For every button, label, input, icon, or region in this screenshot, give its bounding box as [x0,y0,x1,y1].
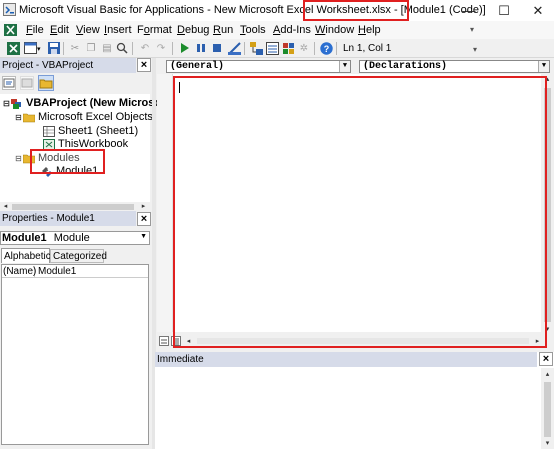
save-icon[interactable] [47,41,61,55]
scroll-left-icon[interactable]: ◂ [1,202,10,211]
toolbox-icon[interactable]: ✲ [297,41,311,55]
redo-icon[interactable]: ↷ [154,41,168,55]
reset-icon[interactable] [210,41,224,55]
title-bar: Microsoft Visual Basic for Applications … [0,0,554,21]
menu-add-ins[interactable]: Add-Ins [273,24,311,36]
scroll-right-icon[interactable]: ▸ [139,202,148,211]
tab-alphabetic[interactable]: Alphabetic [1,248,51,263]
break-icon[interactable] [194,41,208,55]
tab-categorized[interactable]: Categorized [50,249,107,263]
collapse-icon[interactable]: ⊟ [15,113,23,122]
title-highlight-box [303,0,409,21]
view-code-button[interactable] [2,76,16,90]
immediate-close-button[interactable]: × [539,352,553,366]
excel-view-icon[interactable] [6,41,20,55]
menubar-overflow-icon[interactable]: ▾ [470,25,479,35]
excel-icon[interactable] [4,24,17,36]
menu-debug[interactable]: Debug [177,24,209,36]
vba-app-icon [3,3,16,16]
menu-bar: File Edit View Insert Format Debug Run T… [0,21,554,39]
undo-icon[interactable]: ↶ [138,41,152,55]
immediate-vscrollbar[interactable]: ▴ ▾ [541,368,554,449]
chevron-down-icon[interactable]: ▼ [538,61,549,72]
project-explorer-icon[interactable] [249,41,263,55]
scroll-thumb[interactable] [12,204,134,210]
run-icon[interactable] [178,41,192,55]
scroll-down-icon[interactable]: ▾ [543,439,552,448]
cursor-position-label: Ln 1, Col 1 [343,43,392,54]
toggle-folders-button[interactable] [38,75,54,91]
copy-icon[interactable]: ❐ [84,41,98,55]
view-object-button[interactable] [20,76,34,90]
module1-highlight-box [30,149,105,174]
help-icon[interactable]: ? [319,41,333,55]
insert-dropdown-icon[interactable]: ▾ [37,45,41,53]
cut-icon[interactable]: ✂ [68,41,82,55]
toolbar-separator [132,42,133,55]
insert-module-icon[interactable] [23,41,37,55]
procedure-combo[interactable]: (Declarations) ▼ [359,60,550,73]
tree-node-sheet1[interactable]: Sheet1 (Sheet1) [43,125,138,137]
menu-help[interactable]: Help [358,24,381,36]
menu-tools[interactable]: Tools [240,24,266,36]
properties-window: Properties - Module1 × Module1 Module ▼ … [0,211,152,449]
menu-insert[interactable]: Insert [104,24,132,36]
props-panel-close-button[interactable]: × [137,212,151,226]
vbaproject-icon [11,98,23,109]
props-panel-title: Properties - Module1 [0,211,136,226]
tree-node-excel-objects[interactable]: ⊟ Microsoft Excel Objects [15,111,153,123]
immediate-window: Immediate × ▴ ▾ [155,352,554,449]
scroll-thumb[interactable] [544,382,551,437]
menu-run[interactable]: Run [213,24,233,36]
object-combo[interactable]: (General) ▼ [166,60,351,73]
close-button[interactable]: ✕ [521,0,554,21]
menu-window[interactable]: Window [315,24,354,36]
menu-format[interactable]: Format [137,24,172,36]
procedure-view-button[interactable] [159,336,169,346]
project-explorer: Project - VBAProject × ⊟ VBAProject (New… [0,58,168,212]
project-tree: ⊟ VBAProject (New Microsoft ⊟ Microsoft … [0,94,168,202]
property-value[interactable]: Module1 [38,266,76,277]
toolbar-separator [336,42,337,55]
toolbar-separator [314,42,315,55]
svg-text:?: ? [323,44,329,54]
project-panel-title: Project - VBAProject [0,58,136,73]
window-title: Microsoft Visual Basic for Applications … [19,4,486,16]
property-name: (Name) [3,266,37,278]
tree-node-vbaproject[interactable]: ⊟ VBAProject (New Microsoft [3,97,168,109]
code-area-highlight-box [173,76,547,348]
properties-icon[interactable] [265,41,279,55]
toolbar-overflow-icon[interactable]: ▾ [473,45,477,54]
collapse-icon[interactable]: ⊟ [15,154,23,163]
toolbar-separator [244,42,245,55]
find-icon[interactable] [115,41,129,55]
menu-file[interactable]: File [26,24,44,36]
properties-grid: (Name) Module1 [1,264,149,445]
toolbar-separator [172,42,173,55]
project-panel-close-button[interactable]: × [137,58,151,72]
workbook-icon [43,138,55,150]
immediate-title: Immediate [155,352,537,367]
standard-toolbar: ▾ ✂ ❐ ▤ ↶ ↷ ✲ ? Ln 1, Col 1 ▾ [0,39,554,58]
scroll-up-icon[interactable]: ▴ [543,370,552,379]
menu-view[interactable]: View [76,24,100,36]
immediate-input[interactable] [155,368,541,449]
minimize-button[interactable]: — [452,0,486,21]
design-mode-icon[interactable] [227,41,241,55]
chevron-down-icon[interactable]: ▼ [339,61,350,72]
maximize-button[interactable]: ☐ [487,0,521,21]
collapse-icon[interactable]: ⊟ [3,99,11,108]
menu-edit[interactable]: Edit [50,24,69,36]
object-browser-icon[interactable] [281,41,295,55]
property-row[interactable]: (Name) Module1 [2,265,148,278]
folder-open-icon [22,112,36,123]
chevron-down-icon[interactable]: ▼ [140,233,147,240]
margin-indicator-bar[interactable] [157,74,173,332]
toolbar-separator [63,42,64,55]
sheet-icon [43,125,55,137]
paste-icon[interactable]: ▤ [100,41,114,55]
object-selector[interactable]: Module1 Module ▼ [0,231,150,245]
